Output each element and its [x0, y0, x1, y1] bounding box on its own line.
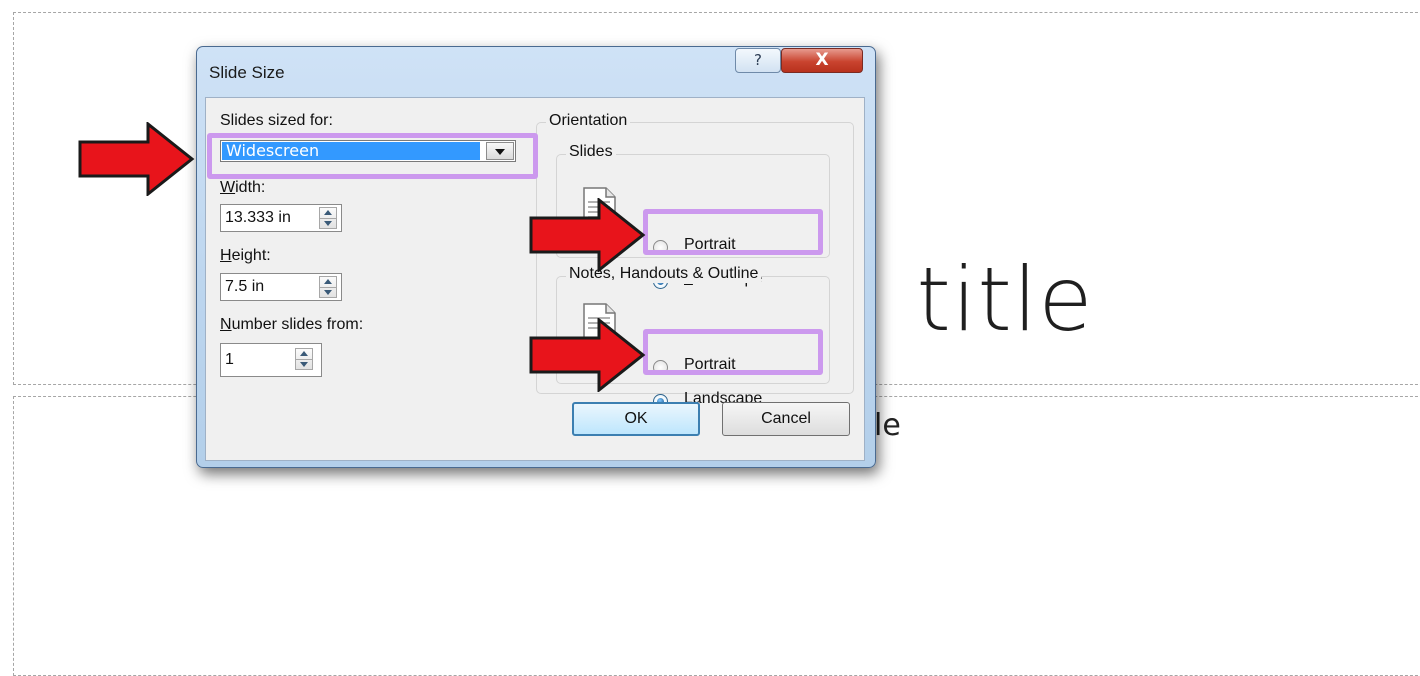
- dropdown-highlight-box: [207, 133, 538, 179]
- ok-button[interactable]: OK: [572, 402, 700, 436]
- close-button[interactable]: X: [781, 48, 863, 73]
- slides-group-title: Slides: [566, 143, 616, 161]
- slides-landscape-highlight-box: [643, 209, 823, 255]
- red-arrow-icon: [529, 318, 646, 392]
- red-arrow-icon: [529, 198, 646, 272]
- number-slides-from-label: Number slides from:: [220, 316, 364, 333]
- width-spinner[interactable]: 13.333 in: [220, 204, 342, 232]
- height-value[interactable]: 7.5 in: [225, 278, 264, 296]
- width-label: Width:: [220, 179, 266, 196]
- notes-landscape-highlight-box: [643, 329, 823, 375]
- slide-subtitle-text: le: [874, 408, 901, 443]
- height-spin-arrows-icon[interactable]: [319, 276, 337, 298]
- width-value[interactable]: 13.333 in: [225, 209, 291, 227]
- slide-title-text: l title: [862, 248, 1094, 351]
- red-arrow-icon: [78, 122, 195, 196]
- height-label: Height:: [220, 247, 271, 264]
- height-spinner[interactable]: 7.5 in: [220, 273, 342, 301]
- number-spin-arrows-icon[interactable]: [295, 348, 313, 370]
- number-slides-from-value[interactable]: 1: [225, 351, 234, 369]
- cancel-button[interactable]: Cancel: [722, 402, 850, 436]
- width-spin-arrows-icon[interactable]: [319, 207, 337, 229]
- slides-sized-for-label: Slides sized for:: [220, 112, 333, 129]
- orientation-group-title: Orientation: [546, 112, 631, 130]
- help-button[interactable]: ?: [735, 48, 781, 73]
- number-slides-from-spinner[interactable]: 1: [220, 343, 322, 377]
- dialog-title: Slide Size: [209, 63, 285, 82]
